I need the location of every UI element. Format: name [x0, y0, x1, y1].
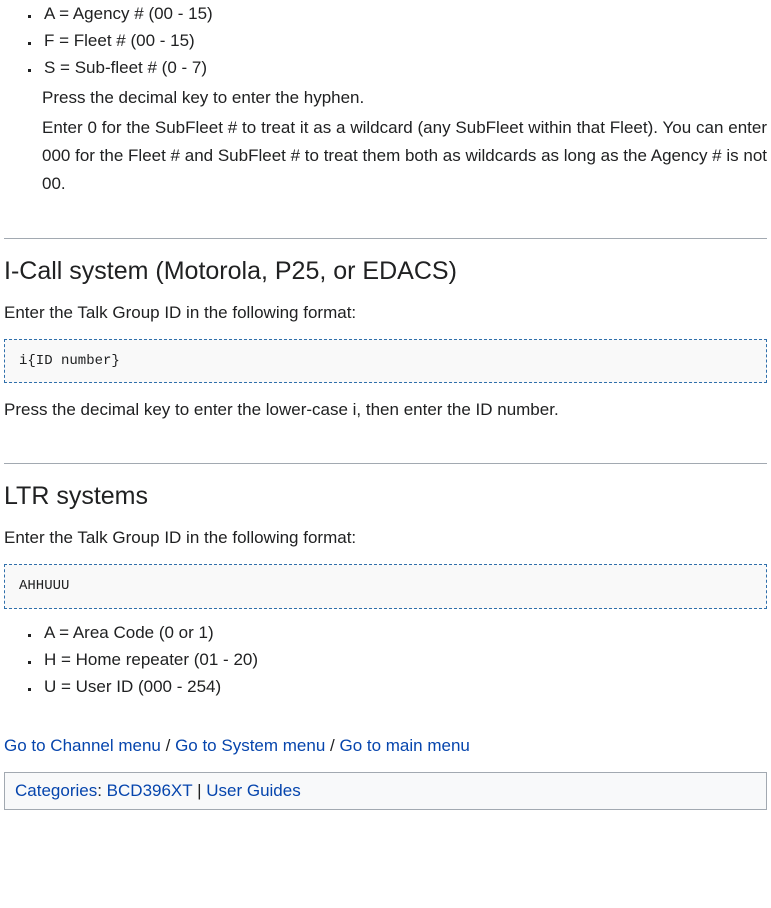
- list-item: U = User ID (000 - 254): [40, 673, 767, 700]
- list-item: H = Home repeater (01 - 20): [40, 646, 767, 673]
- nav-sep: /: [161, 736, 175, 755]
- list-item: S = Sub-fleet # (0 - 7): [40, 54, 767, 81]
- list-item-text: F = Fleet # (00 - 15): [42, 31, 195, 50]
- list-item-text: A = Area Code (0 or 1): [42, 623, 214, 642]
- top-list-after-p1: Press the decimal key to enter the hyphe…: [42, 84, 767, 112]
- categories-box: Categories: BCD396XT | User Guides: [4, 772, 767, 810]
- top-list: A = Agency # (00 - 15) F = Fleet # (00 -…: [4, 0, 767, 82]
- icall-intro: Enter the Talk Group ID in the following…: [4, 300, 767, 326]
- list-item: F = Fleet # (00 - 15): [40, 27, 767, 54]
- category-user-guides-link[interactable]: User Guides: [206, 781, 300, 800]
- category-bcd396xt-link[interactable]: BCD396XT: [107, 781, 193, 800]
- cat-colon: :: [97, 781, 106, 800]
- nav-sep: /: [325, 736, 339, 755]
- section-divider: [4, 238, 767, 239]
- list-item-text: S = Sub-fleet # (0 - 7): [42, 58, 207, 77]
- nav-main-link[interactable]: Go to main menu: [339, 736, 469, 755]
- section-divider: [4, 463, 767, 464]
- top-list-after-p2: Enter 0 for the SubFleet # to treat it a…: [42, 114, 767, 198]
- icall-heading: I-Call system (Motorola, P25, or EDACS): [4, 257, 767, 286]
- categories-label-link[interactable]: Categories: [15, 781, 97, 800]
- nav-links: Go to Channel menu / Go to System menu /…: [4, 736, 767, 756]
- nav-channel-link[interactable]: Go to Channel menu: [4, 736, 161, 755]
- ltr-heading: LTR systems: [4, 482, 767, 511]
- icall-code: i{ID number}: [4, 339, 767, 383]
- list-item: A = Agency # (00 - 15): [40, 0, 767, 27]
- list-item-text: H = Home repeater (01 - 20): [42, 650, 258, 669]
- nav-system-link[interactable]: Go to System menu: [175, 736, 325, 755]
- list-item-text: U = User ID (000 - 254): [42, 677, 221, 696]
- ltr-list: A = Area Code (0 or 1) H = Home repeater…: [4, 619, 767, 701]
- list-item: A = Area Code (0 or 1): [40, 619, 767, 646]
- icall-after: Press the decimal key to enter the lower…: [4, 397, 767, 423]
- cat-sep: |: [192, 781, 206, 800]
- ltr-code: AHHUUU: [4, 564, 767, 608]
- ltr-intro: Enter the Talk Group ID in the following…: [4, 525, 767, 551]
- list-item-text: A = Agency # (00 - 15): [42, 4, 213, 23]
